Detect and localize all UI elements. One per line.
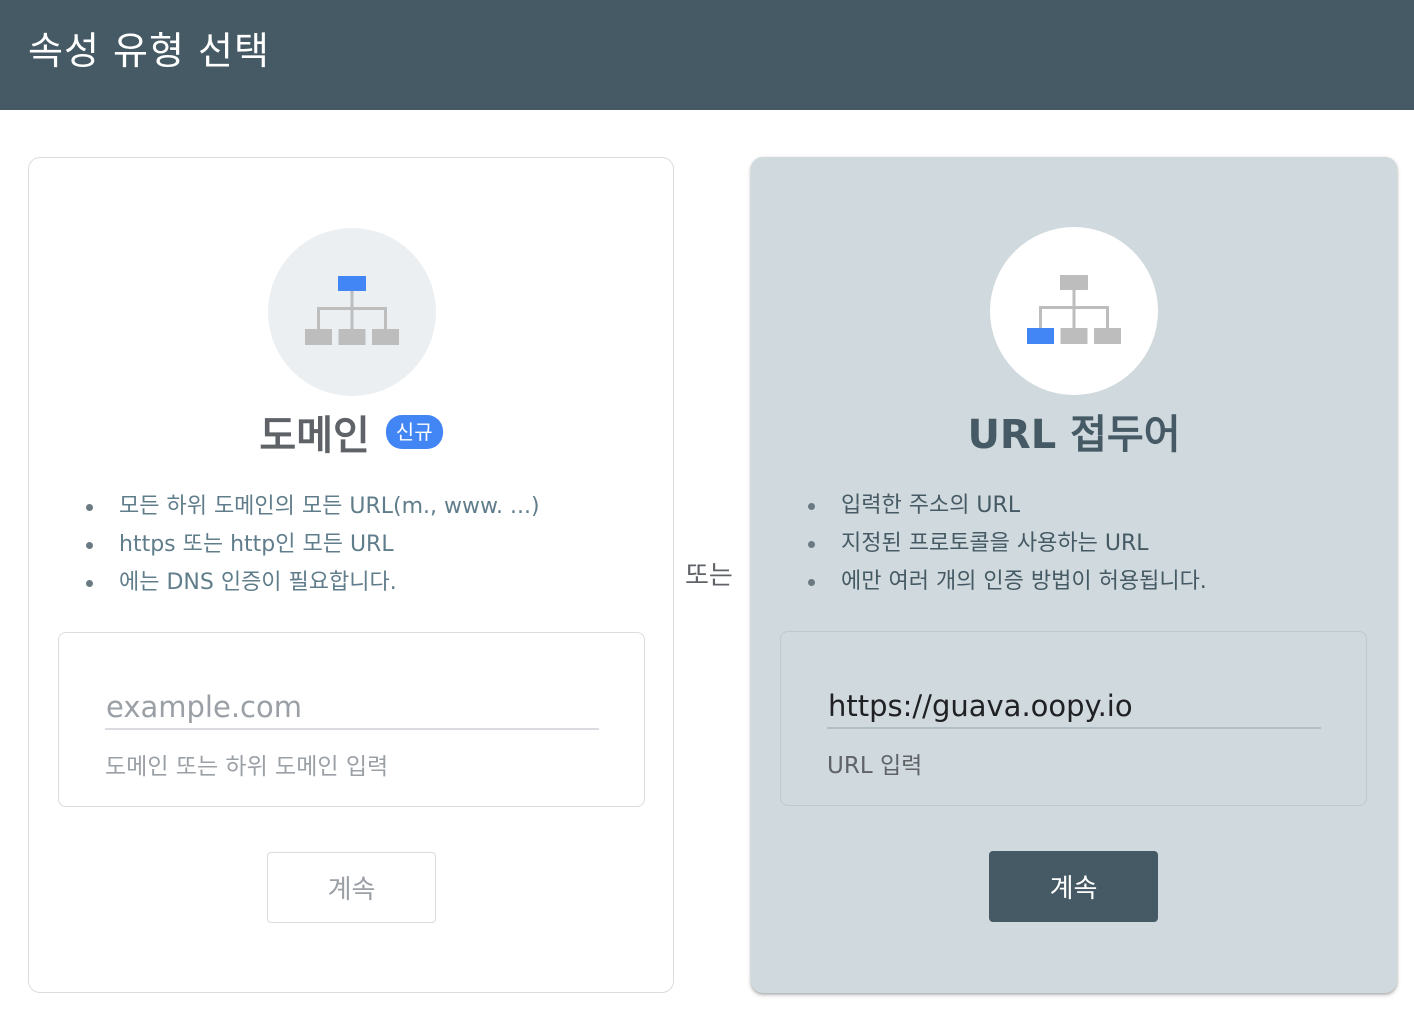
domain-title-text: 도메인	[259, 413, 370, 459]
url-prefix-card-title: URL 접두어	[751, 402, 1397, 460]
url-prefix-icon-circle	[990, 227, 1158, 395]
domain-input-box: 도메인 또는 하위 도메인 입력	[58, 632, 645, 807]
domain-input-hint: 도메인 또는 하위 도메인 입력	[105, 754, 389, 780]
list-item: 지정된 프로토콜을 사용하는 URL	[806, 525, 1207, 563]
domain-input[interactable]	[105, 685, 599, 730]
url-input-box: URL 입력	[780, 631, 1367, 806]
list-item: https 또는 http인 모든 URL	[84, 526, 540, 564]
url-prefix-feature-list: 입력한 주소의 URL 지정된 프로토콜을 사용하는 URL 에만 여러 개의 …	[806, 487, 1207, 601]
sitemap-icon	[305, 276, 399, 345]
domain-card-title: 도메인 신규	[29, 403, 673, 461]
domain-icon-circle	[268, 228, 436, 396]
or-separator: 또는	[685, 561, 733, 591]
url-input[interactable]	[827, 684, 1321, 729]
list-item: 에만 여러 개의 인증 방법이 허용됩니다.	[806, 563, 1207, 601]
domain-feature-list: 모든 하위 도메인의 모든 URL(m., www. ...) https 또는…	[84, 488, 540, 602]
url-prefix-property-card[interactable]: URL 접두어 입력한 주소의 URL 지정된 프로토콜을 사용하는 URL 에…	[751, 157, 1397, 993]
list-item: 에는 DNS 인증이 필요합니다.	[84, 564, 540, 602]
list-item: 입력한 주소의 URL	[806, 487, 1207, 525]
new-badge: 신규	[385, 415, 443, 449]
domain-property-card[interactable]: 도메인 신규 모든 하위 도메인의 모든 URL(m., www. ...) h…	[28, 157, 674, 993]
list-item: 모든 하위 도메인의 모든 URL(m., www. ...)	[84, 488, 540, 526]
url-prefix-title-text: URL 접두어	[967, 412, 1181, 458]
domain-continue-button[interactable]: 계속	[267, 852, 436, 923]
page-title: 속성 유형 선택	[28, 29, 270, 73]
url-prefix-continue-button[interactable]: 계속	[989, 851, 1158, 922]
url-input-hint: URL 입력	[827, 753, 923, 779]
sitemap-icon	[1027, 275, 1121, 344]
page-header: 속성 유형 선택	[0, 0, 1414, 110]
